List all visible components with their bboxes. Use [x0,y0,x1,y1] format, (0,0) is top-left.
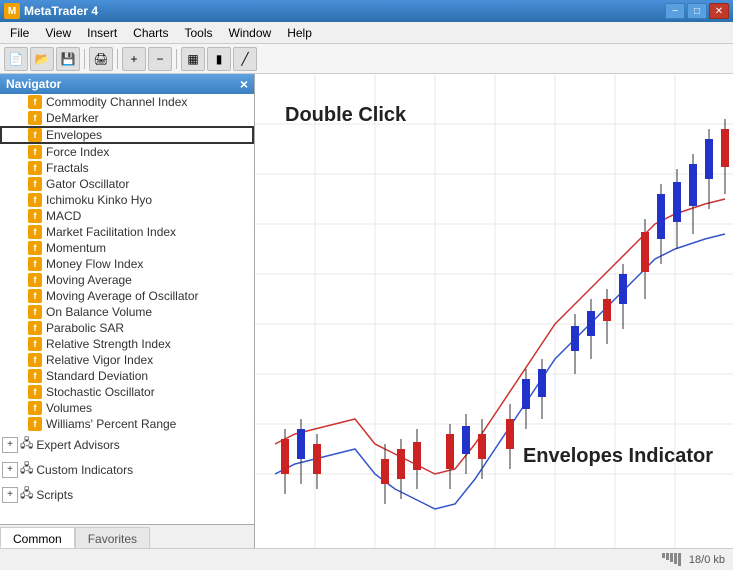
title-bar: M MetaTrader 4 − □ ✕ [0,0,733,22]
indicator-icon-moneyflow: f [28,257,42,271]
tree-item-rsi[interactable]: f Relative Strength Index [0,336,254,352]
app-icon: M [4,3,20,19]
tree-item-momentum[interactable]: f Momentum [0,240,254,256]
chart-area: Double Click Envelopes Indicator [255,74,733,548]
toolbar-zoom-in[interactable]: + [122,47,146,71]
toolbar-line[interactable]: ╱ [233,47,257,71]
toolbar-sep-3 [176,49,177,69]
navigator-header: Navigator × [0,74,254,94]
tree-item-moneyflow[interactable]: f Money Flow Index [0,256,254,272]
indicator-icon-rsi: f [28,337,42,351]
indicator-icon-ichimoku: f [28,193,42,207]
navigator-tree: f Commodity Channel Index f DeMarker f E… [0,94,254,524]
navigator-tabs: Common Favorites [0,524,254,548]
expand-scripts-icon[interactable]: + [2,487,18,503]
maximize-button[interactable]: □ [687,3,707,19]
indicator-icon-macd: f [28,209,42,223]
toolbar-sep-1 [84,49,85,69]
navigator-panel: Navigator × f Commodity Channel Index f … [0,74,255,548]
memory-status: 18/0 kb [689,554,725,566]
toolbar-bar-chart[interactable]: ▦ [181,47,205,71]
indicator-icon-rvi: f [28,353,42,367]
close-button[interactable]: ✕ [709,3,729,19]
app-title: MetaTrader 4 [24,4,98,18]
tree-item-wpr[interactable]: f Williams' Percent Range [0,416,254,432]
toolbar-save[interactable]: 💾 [56,47,80,71]
title-bar-left: M MetaTrader 4 [4,3,98,19]
indicator-icon-obv: f [28,305,42,319]
indicator-icon-mao: f [28,289,42,303]
expand-ea-icon[interactable]: + [2,437,18,453]
indicator-icon-volumes: f [28,401,42,415]
tree-item-stoch[interactable]: f Stochastic Oscillator [0,384,254,400]
tab-common[interactable]: Common [0,527,75,548]
indicator-icon-stddev: f [28,369,42,383]
menu-tools[interactable]: Tools [177,24,221,42]
minimize-button[interactable]: − [665,3,685,19]
menu-window[interactable]: Window [221,24,280,42]
tree-item-gator[interactable]: f Gator Oscillator [0,176,254,192]
status-bar: 18/0 kb [0,548,733,570]
indicator-icon-fractals: f [28,161,42,175]
indicator-icon-gator: f [28,177,42,191]
indicator-icon-stoch: f [28,385,42,399]
tree-item-sar[interactable]: f Parabolic SAR [0,320,254,336]
indicator-icon-mfi: f [28,225,42,239]
tab-favorites[interactable]: Favorites [75,527,150,548]
tree-item-demarker[interactable]: f DeMarker [0,110,254,126]
tree-item-ma[interactable]: f Moving Average [0,272,254,288]
window-controls: − □ ✕ [665,3,729,19]
tree-group-ci[interactable]: + 🖧 Custom Indicators [0,457,254,482]
indicator-icon-cci: f [28,95,42,109]
tree-group-scripts[interactable]: + 🖧 Scripts [0,482,254,507]
toolbar-candle[interactable]: ▮ [207,47,231,71]
envelopes-indicator-label: Envelopes Indicator [523,445,713,468]
indicator-icon-ma: f [28,273,42,287]
indicator-icon-sar: f [28,321,42,335]
tree-scroll[interactable]: f Commodity Channel Index f DeMarker f E… [0,94,254,524]
tree-item-obv[interactable]: f On Balance Volume [0,304,254,320]
tree-item-force[interactable]: f Force Index [0,144,254,160]
toolbar-sep-2 [117,49,118,69]
menu-insert[interactable]: Insert [79,24,125,42]
tree-item-cci[interactable]: f Commodity Channel Index [0,94,254,110]
double-click-label: Double Click [285,104,406,127]
tree-group-ea[interactable]: + 🖧 Expert Advisors [0,432,254,457]
tree-item-rvi[interactable]: f Relative Vigor Index [0,352,254,368]
main-area: Navigator × f Commodity Channel Index f … [0,74,733,548]
navigator-title: Navigator [6,77,61,91]
tree-item-ichimoku[interactable]: f Ichimoku Kinko Hyo [0,192,254,208]
toolbar-print[interactable]: 🖨 [89,47,113,71]
tree-item-volumes[interactable]: f Volumes [0,400,254,416]
toolbar-open[interactable]: 📂 [30,47,54,71]
tree-item-macd[interactable]: f MACD [0,208,254,224]
menu-file[interactable]: File [2,24,37,42]
menu-help[interactable]: Help [279,24,320,42]
menu-charts[interactable]: Charts [125,24,176,42]
expand-ci-icon[interactable]: + [2,462,18,478]
status-right: 18/0 kb [662,553,725,566]
tree-item-mfi[interactable]: f Market Facilitation Index [0,224,254,240]
toolbar-new[interactable]: 📄 [4,47,28,71]
navigator-close-btn[interactable]: × [240,77,248,91]
tree-item-stddev[interactable]: f Standard Deviation [0,368,254,384]
indicator-icon-force: f [28,145,42,159]
indicator-icon-wpr: f [28,417,42,431]
tree-item-mao[interactable]: f Moving Average of Oscillator [0,288,254,304]
menu-view[interactable]: View [37,24,79,42]
indicator-icon-demarker: f [28,111,42,125]
indicator-icon-envelopes: f [28,128,42,142]
menu-bar: File View Insert Charts Tools Window Hel… [0,22,733,44]
indicator-icon-momentum: f [28,241,42,255]
signal-strength-icon [662,553,681,566]
tree-item-envelopes[interactable]: f Envelopes [0,126,254,144]
tree-item-fractals[interactable]: f Fractals [0,160,254,176]
toolbar: 📄 📂 💾 🖨 + − ▦ ▮ ╱ [0,44,733,74]
chart-svg [255,74,733,548]
toolbar-zoom-out[interactable]: − [148,47,172,71]
